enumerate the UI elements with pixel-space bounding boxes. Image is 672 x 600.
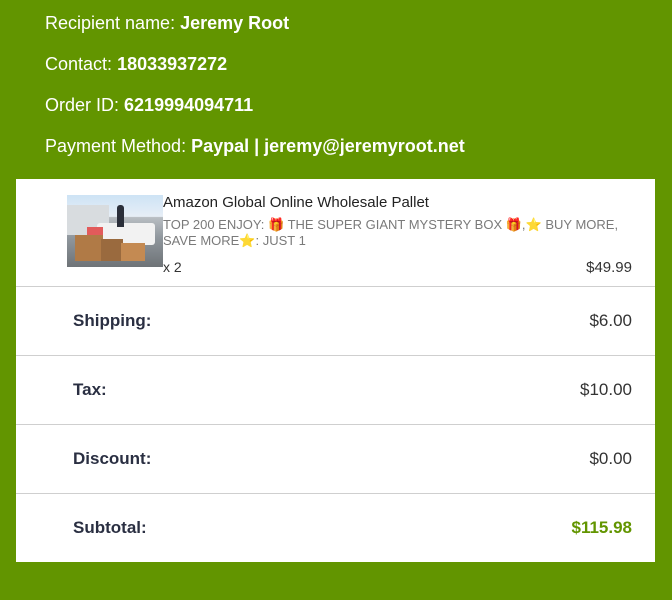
payment-method-value: Paypal | jeremy@jeremyroot.net	[191, 136, 465, 156]
discount-row: Discount: $0.00	[16, 425, 655, 494]
subtotal-value: $115.98	[571, 518, 632, 537]
discount-value: $0.00	[589, 449, 632, 468]
product-quantity: x 2	[163, 259, 182, 275]
shipping-label: Shipping:	[73, 311, 152, 330]
order-summary-card: Amazon Global Online Wholesale Pallet TO…	[16, 179, 655, 562]
discount-label: Discount:	[73, 449, 152, 468]
product-thumbnail[interactable]	[67, 195, 163, 267]
payment-method-line: Payment Method: Paypal | jeremy@jeremyro…	[45, 136, 465, 157]
product-title[interactable]: Amazon Global Online Wholesale Pallet	[163, 194, 429, 211]
contact-label: Contact:	[45, 54, 113, 74]
tax-value: $10.00	[580, 380, 632, 399]
subtotal-label: Subtotal:	[73, 518, 147, 537]
order-id-label: Order ID:	[45, 95, 120, 115]
shipping-row: Shipping: $6.00	[16, 287, 655, 356]
subtotal-row: Subtotal: $115.98	[16, 494, 655, 563]
payment-method-label: Payment Method:	[45, 136, 187, 156]
recipient-name-line: Recipient name: Jeremy Root	[45, 13, 289, 34]
product-description: TOP 200 ENJOY: 🎁 THE SUPER GIANT MYSTERY…	[163, 217, 619, 248]
contact-value: 18033937272	[117, 54, 228, 74]
product-price: $49.99	[586, 259, 632, 276]
shipping-value: $6.00	[589, 311, 632, 330]
recipient-name-value: Jeremy Root	[180, 13, 290, 33]
tax-label: Tax:	[73, 380, 107, 399]
product-item[interactable]: Amazon Global Online Wholesale Pallet TO…	[16, 179, 655, 287]
order-id-line: Order ID: 6219994094711	[45, 95, 253, 116]
contact-line: Contact: 18033937272	[45, 54, 227, 75]
tax-row: Tax: $10.00	[16, 356, 655, 425]
order-id-value: 6219994094711	[124, 95, 254, 115]
recipient-name-label: Recipient name:	[45, 13, 176, 33]
